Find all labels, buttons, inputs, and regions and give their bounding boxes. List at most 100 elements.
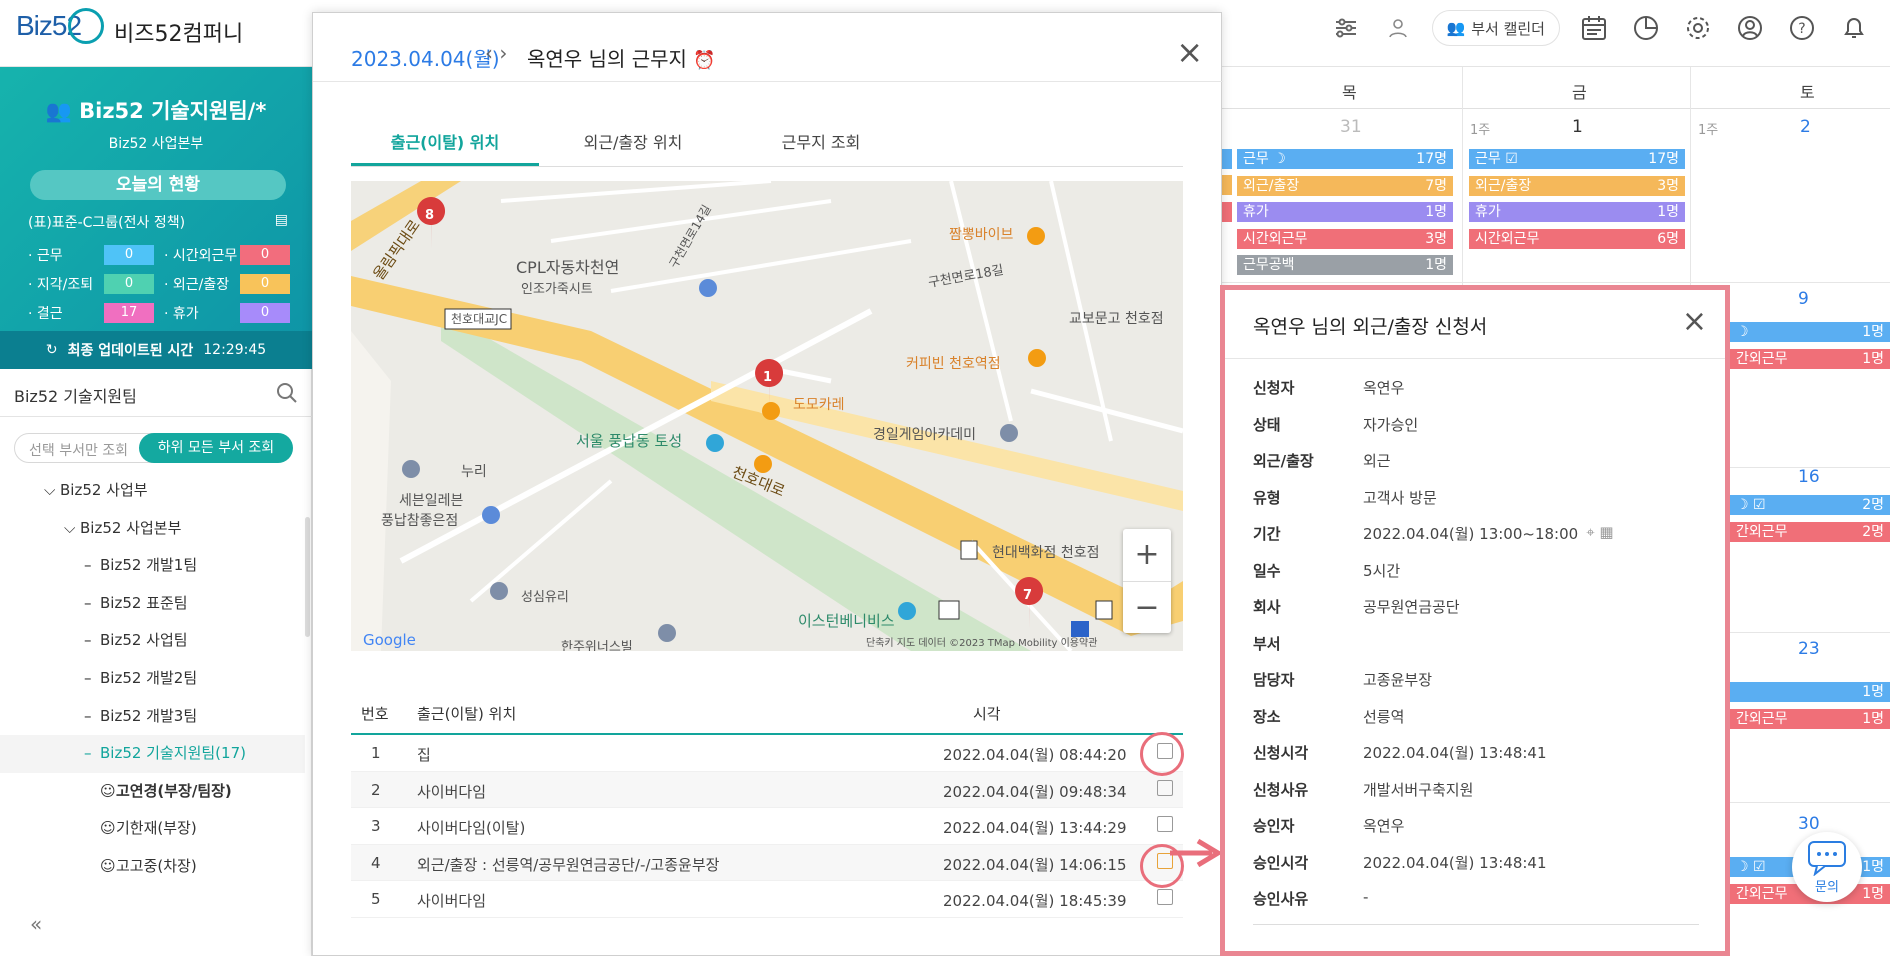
location-pin-icon[interactable]: ⌖ ▦ — [1586, 523, 1613, 544]
request-field: 일수 5시간 — [1253, 560, 1400, 581]
header-time: 시각 — [973, 705, 1001, 723]
map-label: 풍납참좋은점 — [381, 513, 458, 529]
field-label: 승인사유 — [1253, 890, 1309, 908]
request-field: 부서 — [1253, 633, 1363, 654]
tree-item[interactable]: ☺ 고고중(차장) — [0, 848, 305, 886]
help-icon[interactable]: ? — [1784, 10, 1820, 46]
stat-item: · 휴가 0 — [164, 303, 290, 323]
row-time: 2022.04.04(월) 14:06:15 — [943, 855, 1127, 874]
table-row[interactable]: 1 집 2022.04.04(월) 08:44:20 — [351, 735, 1183, 772]
tree-scrollbar[interactable] — [305, 517, 310, 637]
event-bar[interactable]: 휴가 1명 — [1469, 202, 1685, 222]
request-field: 장소 선릉역 — [1253, 706, 1404, 727]
row-location: 외근/출장 : 선릉역/공무원연금공단/-/고종윤부장 — [417, 855, 720, 874]
prev-day-icon[interactable]: ‹ — [485, 41, 493, 65]
table-row[interactable]: 3 사이버다임(이탈) 2022.04.04(월) 13:44:29 — [351, 808, 1183, 845]
table-row[interactable]: 5 사이버다임 2022.04.04(월) 18:45:39 — [351, 881, 1183, 918]
svg-text:7: 7 — [1023, 588, 1032, 603]
alarm-clock-icon[interactable]: ⏰ — [693, 50, 715, 71]
gear-icon[interactable] — [1680, 10, 1716, 46]
tree-item[interactable]: ⌵ Biz52 사업부 — [0, 472, 305, 510]
event-bar[interactable]: 간외근무 1명 — [1730, 349, 1890, 369]
close-icon[interactable]: × — [1682, 304, 1707, 339]
modal-date[interactable]: 2023.04.04(월) — [351, 43, 500, 72]
toggle-selected-only[interactable]: 선택 부서만 조회 — [29, 440, 128, 460]
map-canvas[interactable]: 8 1 7 올림픽대로 CPL자동차천연인조가죽시트천호대교JC구천면로14길 짬뽕… — [351, 181, 1183, 651]
refresh-icon[interactable]: ↻ — [46, 342, 58, 358]
event-bar[interactable]: 외근/출장 3명 — [1469, 175, 1685, 196]
event-bar[interactable]: 휴가 1명 — [1237, 202, 1453, 222]
close-icon[interactable]: × — [1176, 33, 1203, 71]
group-icon: 👥 — [1446, 19, 1466, 37]
table-row[interactable]: 2 사이버다임 2022.04.04(월) 09:48:34 — [351, 771, 1183, 808]
date-number[interactable]: 30 — [1798, 814, 1820, 834]
tree-item[interactable]: ⌵ Biz52 사업본부 — [0, 510, 305, 548]
date-number[interactable]: 16 — [1798, 467, 1820, 487]
row-location: 집 — [417, 746, 431, 764]
date-2[interactable]: 2 — [1800, 117, 1811, 137]
event-bar[interactable]: ☽ ☑ 2명 — [1730, 495, 1890, 515]
event-label: 근무 ☽ — [1243, 151, 1286, 167]
tree-item[interactable]: ☺ 기한재(부장) — [0, 810, 305, 848]
event-bar[interactable]: 간외근무 2명 — [1730, 522, 1890, 542]
table-row[interactable]: 4 외근/출장 : 선릉역/공무원연금공단/-/고종윤부장 2022.04.04(월… — [351, 844, 1183, 881]
date-1[interactable]: 1 — [1572, 117, 1583, 137]
divider — [1225, 358, 1725, 359]
tree-item[interactable]: – Biz52 개발3팀 — [0, 698, 305, 736]
document-icon[interactable]: ▤ — [275, 212, 288, 232]
request-field: 상태 자가승인 — [1253, 414, 1418, 435]
date-number[interactable]: 9 — [1798, 289, 1809, 309]
tree-item[interactable]: – Biz52 기술지원팀(17) — [0, 735, 305, 773]
date-31[interactable]: 31 — [1340, 117, 1362, 137]
event-bar[interactable]: 간외근무 1명 — [1730, 709, 1890, 729]
field-label: 회사 — [1253, 598, 1281, 616]
user-icon[interactable] — [1380, 10, 1416, 46]
calendar-icon[interactable] — [1157, 816, 1173, 832]
event-bar[interactable]: 근무 ☑ 17명 — [1469, 149, 1685, 169]
stat-item: · 외근/출장 0 — [164, 274, 290, 294]
event-label: 간외근무 — [1736, 351, 1788, 367]
event-count: 2명 — [1862, 524, 1884, 540]
profile-icon[interactable] — [1732, 10, 1768, 46]
collapse-sidebar-icon[interactable]: « — [30, 912, 42, 936]
event-count: 17명 — [1416, 151, 1447, 167]
filter-icon[interactable] — [1328, 10, 1364, 46]
event-bar[interactable]: ☽ 1명 — [1730, 322, 1890, 342]
map[interactable]: 8 1 7 올림픽대로 CPL자동차천연 인조가죽시트 천호대교JC 구천면로14길 짬뽕… — [351, 181, 1183, 651]
zoom-out-button[interactable]: − — [1123, 581, 1171, 633]
tree-item[interactable]: – Biz52 사업팀 — [0, 622, 305, 660]
event-bar[interactable]: 외근/출장 7명 — [1237, 175, 1453, 196]
event-bar[interactable]: 시간외근무 6명 — [1469, 228, 1685, 249]
search-icon[interactable] — [276, 382, 298, 404]
svg-text:1: 1 — [763, 370, 772, 385]
next-day-icon[interactable]: › — [499, 41, 507, 65]
dept-search-box[interactable]: Biz52 기술지원팀 — [0, 369, 312, 417]
event-bar[interactable]: 근무 ☽ 17명 — [1237, 149, 1453, 169]
tab-checkin-location[interactable]: 출근(이탈) 위치 — [351, 129, 539, 166]
field-label: 신청시각 — [1253, 744, 1309, 762]
tree-item-label: Biz52 개발1팀 — [100, 556, 198, 575]
tab-outside-location[interactable]: 외근/출장 위치 — [539, 129, 727, 153]
tree-item[interactable]: – Biz52 표준팀 — [0, 585, 305, 623]
pie-chart-icon[interactable] — [1628, 10, 1664, 46]
event-bar[interactable]: 근무공백 1명 — [1237, 255, 1453, 275]
calendar-icon[interactable] — [1576, 10, 1612, 46]
event-bar[interactable]: 1명 — [1730, 682, 1890, 702]
inquiry-button[interactable]: 문의 — [1792, 832, 1862, 902]
event-label: ☽ — [1736, 324, 1749, 340]
zoom-in-button[interactable]: + — [1123, 529, 1171, 581]
bell-icon[interactable] — [1836, 10, 1872, 46]
tab-workplace-lookup[interactable]: 근무지 조회 — [727, 129, 915, 153]
tree-item[interactable]: – Biz52 개발2팀 — [0, 660, 305, 698]
tree-item[interactable]: – Biz52 개발1팀 — [0, 547, 305, 585]
event-bar[interactable]: 시간외근무 3명 — [1237, 228, 1453, 249]
tree-item[interactable]: ☺ 고연경(부장/팀장) — [0, 773, 305, 811]
date-number[interactable]: 23 — [1798, 639, 1820, 659]
calendar-icon[interactable] — [1157, 889, 1173, 905]
toggle-all-sub[interactable]: 하위 모든 부서 조회 — [139, 433, 293, 463]
today-status-button[interactable]: 오늘의 현황 — [30, 170, 286, 200]
calendar-icon[interactable] — [1157, 779, 1173, 796]
scope-toggle[interactable]: 선택 부서만 조회 하위 모든 부서 조회 — [14, 433, 293, 463]
dept-calendar-button[interactable]: 👥 부서 캘린더 — [1431, 10, 1560, 46]
team-icon: 👥 — [45, 99, 80, 123]
